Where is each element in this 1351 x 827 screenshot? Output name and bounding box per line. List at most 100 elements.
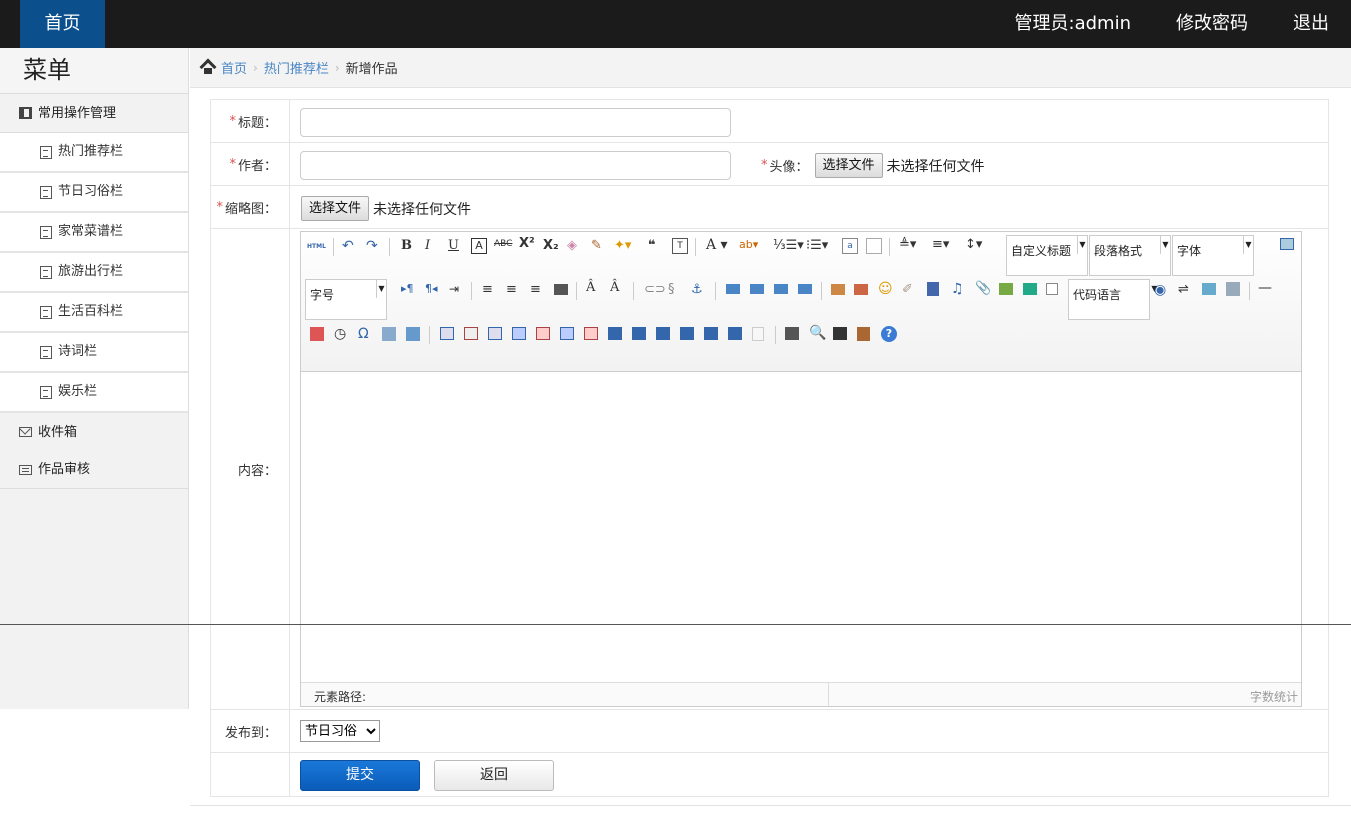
background-icon[interactable]	[1226, 282, 1240, 296]
align-right-icon[interactable]: ≡	[530, 282, 546, 298]
strikethrough-icon[interactable]: ABC	[494, 239, 512, 255]
split-to-cols-icon[interactable]	[728, 327, 742, 340]
special-char-icon[interactable]: Ω	[358, 326, 374, 342]
merge-down-icon[interactable]	[656, 327, 670, 340]
breadcrumb-section[interactable]: 热门推荐栏	[264, 58, 329, 77]
nav-home-button[interactable]: 首页	[20, 0, 105, 48]
insert-frame-icon[interactable]	[1046, 283, 1058, 295]
scrawl-icon[interactable]: ✐	[902, 282, 918, 298]
insert-column-icon[interactable]	[560, 327, 574, 340]
row-spacing-bottom-icon[interactable]: ≡▾	[932, 237, 958, 253]
horizontal-rule-icon[interactable]: —	[1258, 280, 1274, 296]
clear-document-icon[interactable]	[866, 238, 882, 254]
uppercase-icon[interactable]: Â	[586, 280, 602, 296]
emotion-icon[interactable]: ☺	[878, 281, 894, 297]
image-center-icon[interactable]	[798, 284, 812, 294]
anchor-icon[interactable]: ⚓	[691, 282, 707, 298]
align-center-icon[interactable]: ≡	[506, 282, 522, 298]
align-left-icon[interactable]: ≡	[482, 282, 498, 298]
music-icon[interactable]: ♫	[951, 281, 967, 297]
split-to-rows-icon[interactable]	[704, 327, 718, 340]
admin-label[interactable]: 管理员:admin	[1015, 0, 1131, 48]
insert-paragraph-before-table-icon[interactable]	[488, 327, 502, 340]
template-icon[interactable]	[1202, 283, 1216, 295]
sidebar-item-recipes[interactable]: 家常菜谱栏	[0, 213, 188, 253]
insert-table-icon[interactable]	[440, 327, 454, 340]
pagebreak-icon[interactable]: ⇌	[1178, 282, 1194, 298]
map-icon[interactable]	[999, 283, 1013, 295]
author-input[interactable]	[300, 151, 731, 180]
bold-icon[interactable]: B	[401, 238, 417, 254]
subscript-icon[interactable]: X₂	[543, 238, 559, 254]
fullscreen-icon[interactable]	[1280, 238, 1294, 250]
date-icon[interactable]	[310, 327, 324, 341]
ordered-list-icon[interactable]: ⅓☰▾	[773, 238, 804, 254]
change-password-link[interactable]: 修改密码	[1176, 0, 1248, 48]
line-height-icon[interactable]: ↕▾	[965, 237, 991, 253]
attachment-icon[interactable]: 📎	[975, 281, 991, 297]
logout-link[interactable]: 退出	[1293, 0, 1329, 48]
drafts-icon[interactable]	[857, 327, 870, 341]
sidebar-item-hot[interactable]: 热门推荐栏	[0, 133, 188, 173]
merge-right-icon[interactable]	[632, 327, 646, 340]
print-icon[interactable]	[785, 327, 799, 340]
format-brush-icon[interactable]: ✎	[591, 238, 607, 254]
merge-cells-icon[interactable]	[608, 327, 622, 340]
sidebar-group-common[interactable]: 常用操作管理	[0, 94, 188, 133]
redo-icon[interactable]: ↷	[366, 238, 382, 254]
delete-table-icon[interactable]	[464, 327, 478, 340]
chart-icon[interactable]	[752, 327, 764, 341]
title-input[interactable]	[300, 108, 731, 137]
avatar-file-button[interactable]: 选择文件	[814, 153, 883, 178]
unordered-list-icon[interactable]: ⁝☰▾	[806, 238, 834, 254]
google-map-icon[interactable]	[1023, 283, 1037, 295]
search-icon[interactable]	[833, 327, 847, 340]
breadcrumb-home[interactable]: 首页	[221, 58, 247, 77]
help-icon[interactable]: ?	[881, 326, 897, 342]
publish-target-select[interactable]: 节日习俗	[300, 720, 380, 742]
preview-icon[interactable]: 🔍	[809, 325, 826, 341]
sidebar-item-travel[interactable]: 旅游出行栏	[0, 253, 188, 293]
auto-format-icon[interactable]: ✦▾	[614, 238, 631, 254]
link-icon[interactable]: ⊂⊃	[644, 282, 666, 298]
select-all-icon[interactable]: a	[842, 238, 858, 254]
align-justify-icon[interactable]	[554, 284, 568, 295]
row-spacing-top-icon[interactable]: ≜▾	[899, 237, 925, 253]
wordimage-icon[interactable]	[382, 327, 396, 341]
split-to-cells-icon[interactable]	[680, 327, 694, 340]
italic-icon[interactable]: I	[425, 238, 441, 254]
image-none-icon[interactable]	[726, 284, 740, 294]
time-icon[interactable]: ◷	[334, 326, 350, 342]
insert-image-icon[interactable]	[831, 284, 845, 295]
insert-video-icon[interactable]	[927, 282, 939, 296]
font-border-icon[interactable]: A	[471, 238, 487, 254]
blockquote-icon[interactable]: ❝	[648, 238, 664, 254]
delete-row-icon[interactable]	[536, 327, 550, 340]
eraser-icon[interactable]: ◈	[567, 238, 583, 254]
indent-icon[interactable]: ⇥	[449, 282, 465, 298]
search-replace-icon[interactable]	[406, 327, 420, 341]
sidebar-item-review[interactable]: 作品审核	[0, 451, 188, 489]
submit-button[interactable]: 提交	[300, 760, 420, 791]
rtl-icon[interactable]: ¶◂	[425, 282, 441, 298]
paste-plain-icon[interactable]: T	[672, 238, 688, 254]
sidebar-item-festival[interactable]: 节日习俗栏	[0, 173, 188, 213]
font-family-select[interactable]: 字体 ▼	[1172, 235, 1254, 276]
lowercase-icon[interactable]: Â	[610, 280, 626, 296]
thumbnail-file-button[interactable]: 选择文件	[301, 196, 370, 221]
insert-row-icon[interactable]	[512, 327, 526, 340]
ltr-icon[interactable]: ▸¶	[401, 282, 417, 298]
font-color-icon[interactable]: A ▾	[706, 237, 732, 253]
image-right-icon[interactable]	[774, 284, 788, 294]
sidebar-item-life[interactable]: 生活百科栏	[0, 293, 188, 333]
webapp-icon[interactable]: ◉	[1154, 282, 1170, 298]
paragraph-format-select[interactable]: 段落格式 ▼	[1089, 235, 1171, 276]
unlink-icon[interactable]: §	[668, 282, 684, 298]
editor-content-area[interactable]	[301, 373, 1301, 682]
code-language-select[interactable]: 代码语言 ▼	[1068, 279, 1158, 320]
underline-icon[interactable]: U	[448, 238, 464, 254]
sidebar-item-entertainment[interactable]: 娱乐栏	[0, 373, 188, 413]
html-source-icon[interactable]: HTML	[307, 239, 327, 255]
highlight-color-icon[interactable]: ab▾	[739, 238, 765, 254]
custom-title-select[interactable]: 自定义标题 ▼	[1006, 235, 1088, 276]
